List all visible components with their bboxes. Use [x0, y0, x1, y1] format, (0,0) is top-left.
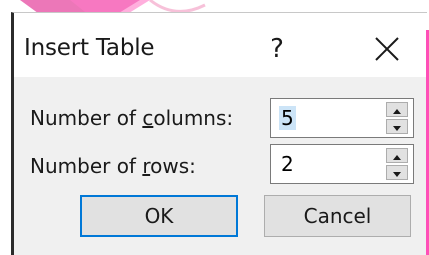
columns-value[interactable]: 5 [279, 106, 296, 130]
close-icon [375, 37, 399, 61]
close-button[interactable] [364, 29, 410, 69]
arrow-down-icon [393, 126, 401, 131]
dialog-title: Insert Table [24, 35, 155, 61]
columns-increment-button[interactable] [386, 102, 408, 117]
dialog-titlebar: Insert Table ? [14, 13, 427, 77]
columns-label: Number of columns: [30, 106, 234, 130]
rows-increment-button[interactable] [386, 148, 408, 163]
rows-access-key: r [142, 154, 151, 178]
insert-table-dialog: Insert Table ? Number of columns: 5 Numb… [11, 12, 427, 255]
columns-decrement-button[interactable] [386, 119, 408, 134]
ok-button[interactable]: OK [80, 195, 238, 237]
columns-spin-arrows [386, 102, 408, 134]
columns-access-key: c [142, 106, 154, 130]
rows-spin-arrows [386, 148, 408, 180]
rows-spinbox[interactable]: 2 [270, 144, 414, 184]
rows-label: Number of rows: [30, 154, 196, 178]
arrow-up-icon [393, 155, 401, 160]
columns-spinbox[interactable]: 5 [270, 98, 414, 138]
rows-decrement-button[interactable] [386, 165, 408, 180]
rows-value[interactable]: 2 [279, 152, 296, 176]
help-button[interactable]: ? [254, 29, 300, 69]
cancel-button[interactable]: Cancel [264, 195, 411, 237]
arrow-down-icon [393, 172, 401, 177]
arrow-up-icon [393, 109, 401, 114]
